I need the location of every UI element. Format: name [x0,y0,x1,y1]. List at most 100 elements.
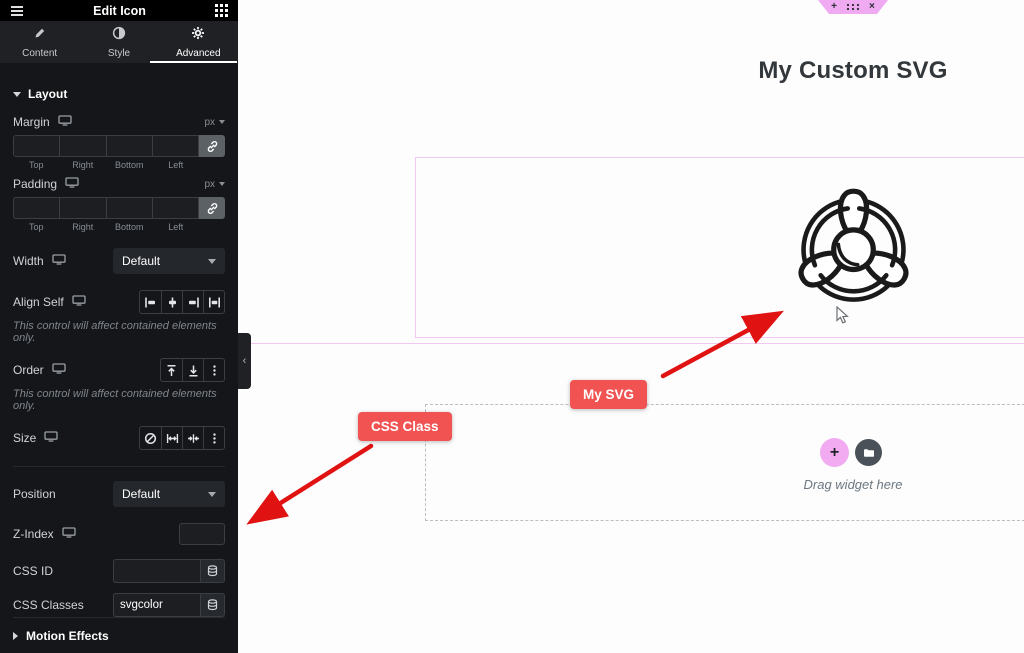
panel-header: Edit Icon [0,0,238,21]
align-center-icon[interactable] [161,291,182,313]
section-layout[interactable]: Layout [13,63,225,101]
tab-content[interactable]: Content [0,21,79,63]
css-classes-label: CSS Classes [13,598,84,612]
padding-sub-labels: TopRightBottomLeft [13,222,199,232]
size-custom-dots-icon[interactable] [203,427,224,449]
responsive-monitor-icon[interactable] [44,431,58,445]
link-values-icon[interactable] [199,197,225,219]
order-custom-dots-icon[interactable] [203,359,224,381]
width-select[interactable]: Default [113,248,225,274]
css-classes-input[interactable] [113,593,200,617]
responsive-monitor-icon[interactable] [62,527,76,541]
order-last-icon[interactable] [182,359,203,381]
order-control-row: Order [13,358,225,382]
responsive-monitor-icon[interactable] [58,115,72,129]
mouse-cursor-icon [835,306,849,329]
align-self-label: Align Self [13,295,64,309]
responsive-monitor-icon[interactable] [65,177,79,191]
panel-tabs: Content Style Advanced [0,21,238,63]
margin-control-row: Margin px [13,115,225,129]
caret-right-icon [13,632,18,640]
responsive-monitor-icon[interactable] [52,363,66,377]
order-options [160,358,225,382]
delete-section-icon[interactable]: × [869,2,875,12]
css-id-control-row: CSS ID [13,559,225,583]
align-self-note: This control will affect contained eleme… [13,320,225,344]
dynamic-tags-icon[interactable] [200,593,225,617]
caret-down-icon [219,120,225,124]
responsive-monitor-icon[interactable] [52,254,66,268]
annotation-css-class: CSS Class [358,412,452,441]
caret-down-icon [13,92,21,97]
margin-bottom-input[interactable] [107,136,152,156]
margin-inputs [13,135,225,157]
panel-collapse-chevron-icon[interactable] [238,333,251,389]
align-self-control-row: Align Self [13,290,225,314]
size-grow-icon[interactable] [161,427,182,449]
icon-widget-container[interactable] [415,157,1024,338]
padding-top-input[interactable] [14,198,59,218]
responsive-monitor-icon[interactable] [72,295,86,309]
padding-unit-select[interactable]: px [204,179,225,190]
margin-unit-select[interactable]: px [204,117,225,128]
section-motion-effects[interactable]: Motion Effects [13,617,225,653]
caret-down-icon [208,492,216,497]
drag-widget-hint: Drag widget here [738,477,968,492]
align-self-options [139,290,225,314]
drop-zone-buttons: + [820,438,882,467]
css-id-input[interactable] [113,559,200,583]
width-label: Width [13,254,44,268]
gear-icon [191,26,205,45]
add-section-icon[interactable]: + [831,2,837,12]
tab-style[interactable]: Style [79,21,158,63]
tab-advanced[interactable]: Advanced [159,21,238,63]
align-stretch-icon[interactable] [203,291,224,313]
heading-widget[interactable]: My Custom SVG [678,57,1024,85]
css-id-label: CSS ID [13,564,53,578]
half-circle-icon [112,26,126,45]
size-shrink-icon[interactable] [182,427,203,449]
add-widget-button[interactable]: + [820,438,849,467]
position-control-row: Position Default [13,481,225,507]
size-options [139,426,225,450]
panel-title: Edit Icon [93,4,146,18]
margin-sub-labels: TopRightBottomLeft [13,160,199,170]
divider [13,466,225,467]
margin-top-input[interactable] [14,136,59,156]
z-index-label: Z-Index [13,527,54,541]
z-index-input[interactable] [179,523,225,545]
size-control-row: Size [13,426,225,450]
order-label: Order [13,363,44,377]
order-first-icon[interactable] [161,359,182,381]
hamburger-menu-icon[interactable] [10,5,24,17]
css-classes-control-row: CSS Classes [13,593,225,617]
elementor-editor: Edit Icon Content Style Advanced Layout [0,0,1024,653]
padding-label: Padding [13,177,57,191]
position-label: Position [13,487,56,501]
margin-right-input[interactable] [60,136,105,156]
order-note: This control will affect contained eleme… [13,388,225,412]
padding-inputs [13,197,225,219]
size-label: Size [13,431,36,445]
caret-down-icon [219,182,225,186]
margin-label: Margin [13,115,50,129]
padding-right-input[interactable] [60,198,105,218]
position-select[interactable]: Default [113,481,225,507]
padding-left-input[interactable] [153,198,198,218]
link-values-icon[interactable] [199,135,225,157]
canvas-preview: + × My Custom SVG [238,0,1024,653]
widgets-grid-icon[interactable] [215,4,228,17]
template-folder-button[interactable] [855,439,882,466]
size-none-icon[interactable] [140,427,161,449]
section-border-line [238,343,1024,344]
drop-zone[interactable] [425,404,1024,521]
padding-bottom-input[interactable] [107,198,152,218]
custom-svg-fan-icon[interactable] [791,183,916,308]
dynamic-tags-icon[interactable] [200,559,225,583]
z-index-control-row: Z-Index [13,523,225,545]
panel-body: Layout Margin px TopRightBottomLeft Padd [0,63,238,653]
margin-left-input[interactable] [153,136,198,156]
drag-section-dots-icon[interactable] [846,3,860,11]
align-start-icon[interactable] [140,291,161,313]
align-end-icon[interactable] [182,291,203,313]
